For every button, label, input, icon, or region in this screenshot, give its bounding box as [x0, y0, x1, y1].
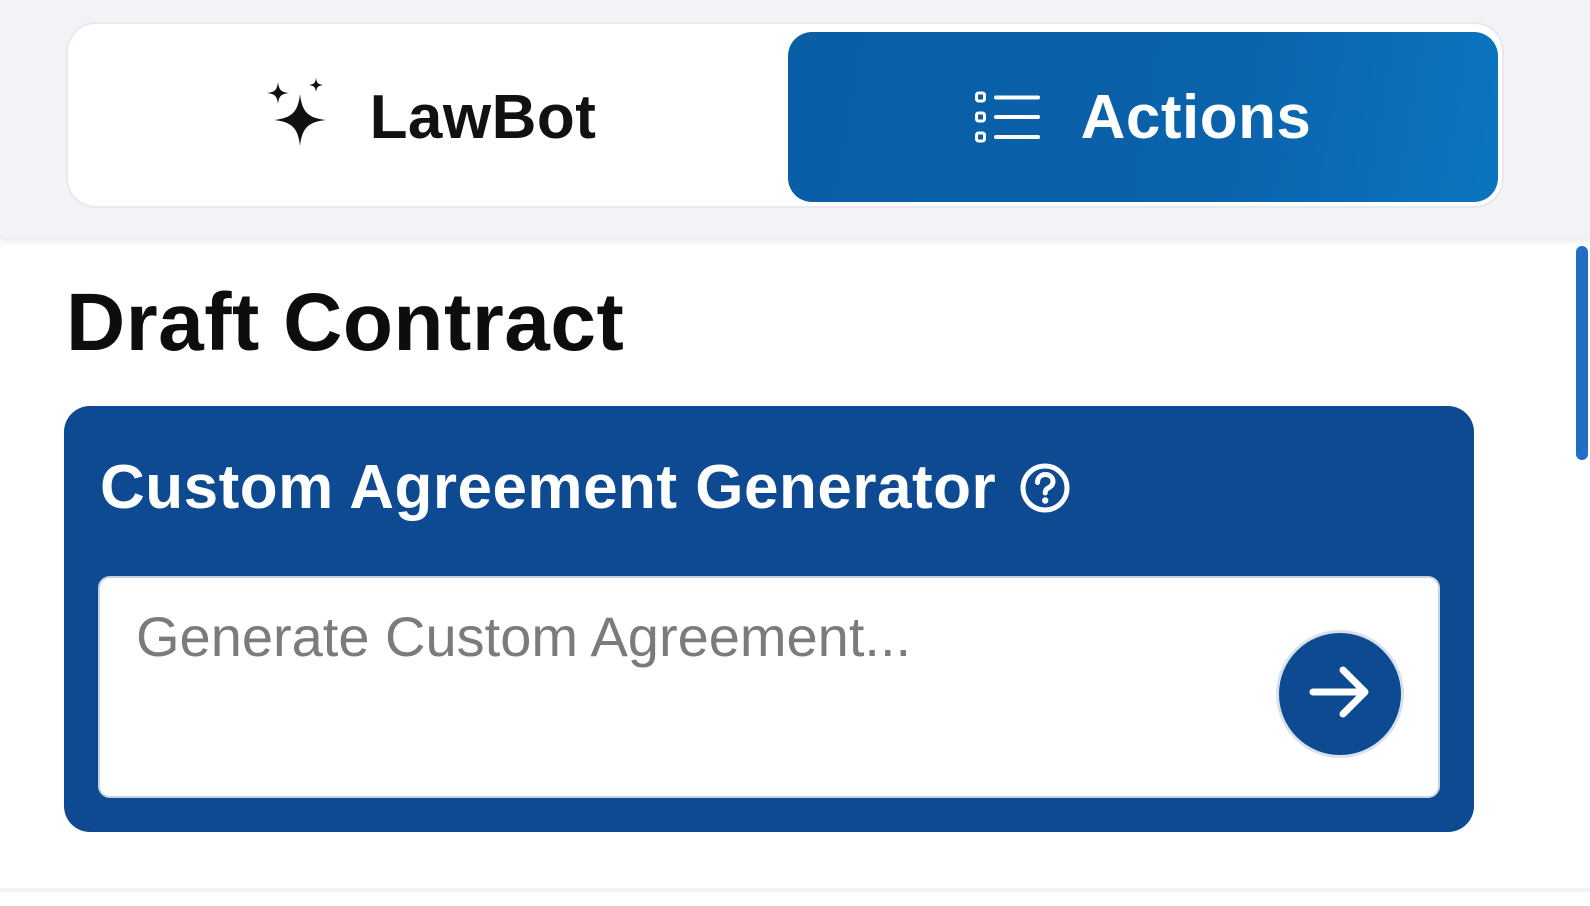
tab-switcher: LawBot Actions: [66, 22, 1504, 208]
tab-lawbot-label: LawBot: [369, 82, 597, 152]
sparkles-icon: [266, 78, 330, 156]
arrow-right-icon: [1305, 662, 1375, 727]
tab-lawbot[interactable]: LawBot: [76, 32, 786, 202]
card-title: Custom Agreement Generator: [100, 453, 997, 522]
vertical-scrollbar[interactable]: [1576, 240, 1590, 906]
card-header: Custom Agreement Generator: [100, 452, 1072, 523]
submit-button[interactable]: [1276, 630, 1404, 758]
scrollbar-thumb[interactable]: [1576, 246, 1588, 460]
app-page: LawBot Actions Draft Contract Custom Agr…: [0, 0, 1590, 906]
agreement-input-box: [98, 576, 1440, 798]
top-bar: LawBot Actions: [0, 0, 1590, 238]
question-circle-icon[interactable]: [1018, 461, 1072, 515]
tab-actions-label: Actions: [1080, 82, 1312, 152]
custom-agreement-card: Custom Agreement Generator: [64, 406, 1474, 832]
main-content: Draft Contract Custom Agreement Generato…: [0, 240, 1590, 906]
agreement-prompt-input[interactable]: [136, 604, 1256, 764]
list-icon: [974, 91, 1041, 143]
bottom-divider: [0, 888, 1590, 892]
page-title: Draft Contract: [66, 277, 625, 368]
tab-actions[interactable]: Actions: [788, 32, 1498, 202]
